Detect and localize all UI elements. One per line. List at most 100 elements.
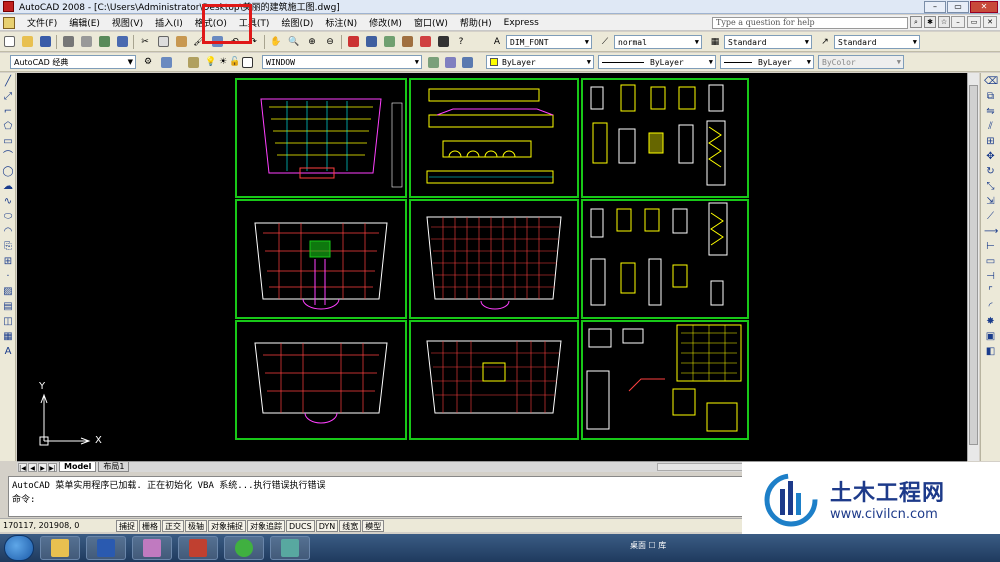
point-icon[interactable]: · (2, 271, 14, 283)
array-icon[interactable]: ⊞ (984, 136, 997, 148)
ellipse-arc-icon[interactable]: ◠ (2, 226, 14, 238)
doc-restore-button[interactable]: ▭ (967, 16, 981, 28)
layer-dropdown[interactable]: WINDOW ▼ (262, 55, 422, 69)
design-center-icon[interactable] (364, 35, 378, 49)
text-style-icon[interactable]: A (490, 35, 504, 49)
lineweight-toggle[interactable]: 线宽 (339, 519, 362, 532)
join-icon[interactable]: ⊣ (984, 271, 997, 283)
menu-tools[interactable]: 工具(T) (233, 16, 276, 29)
undo-icon[interactable]: ↶ (228, 35, 242, 49)
menu-window[interactable]: 窗口(W) (408, 16, 454, 29)
minimize-button[interactable]: – (924, 1, 946, 13)
menu-express[interactable]: Express (498, 18, 545, 28)
otrack-toggle[interactable]: 对象追踪 (247, 519, 285, 532)
tab-model[interactable]: Model (59, 462, 97, 472)
layer-properties-icon[interactable] (186, 55, 200, 69)
taskbar-app[interactable] (178, 536, 218, 560)
taskbar-browser[interactable] (224, 536, 264, 560)
redo-icon[interactable]: ↷ (246, 35, 260, 49)
hatch-icon[interactable]: ▨ (2, 286, 14, 298)
lineweight-dropdown[interactable]: ByLayer ▼ (720, 55, 814, 69)
revision-cloud-icon[interactable]: ☁ (2, 181, 14, 193)
menu-modify[interactable]: 修改(M) (363, 16, 408, 29)
model-toggle[interactable]: 模型 (362, 519, 385, 532)
plotstyle-dropdown[interactable]: ByColor ▼ (818, 55, 904, 69)
my-workspace-icon[interactable] (159, 55, 173, 69)
document-icon[interactable] (3, 16, 15, 29)
osnap-toggle[interactable]: 对象捕捉 (208, 519, 246, 532)
mirror-icon[interactable]: ⇋ (984, 106, 997, 118)
last-tab-icon[interactable]: ▶| (48, 462, 57, 472)
gradient-icon[interactable]: ▤ (2, 301, 14, 313)
snap-toggle[interactable]: 捕捉 (116, 519, 138, 532)
plot-preview-icon[interactable] (79, 35, 93, 49)
command-prompt[interactable]: 命令: (12, 493, 744, 507)
doc-close-button[interactable]: ✕ (983, 16, 997, 28)
construction-line-icon[interactable]: ⤢ (2, 91, 14, 103)
menu-edit[interactable]: 编辑(E) (63, 16, 106, 29)
menu-dimension[interactable]: 标注(N) (319, 16, 363, 29)
dimension-style-icon[interactable]: ⟋ (598, 35, 612, 49)
maximize-button[interactable]: ▭ (947, 1, 969, 13)
layer-color-icon[interactable] (240, 55, 254, 69)
spline-icon[interactable]: ∿ (2, 196, 14, 208)
first-tab-icon[interactable]: |◀ (18, 462, 27, 472)
break-icon[interactable]: ▭ (984, 256, 997, 268)
menu-draw[interactable]: 绘图(D) (275, 16, 319, 29)
command-window[interactable]: AutoCAD 菜单实用程序已加载. 正在初始化 VBA 系统...执行错误执行… (8, 476, 748, 517)
workspace-settings-icon[interactable]: ⚙ (141, 55, 155, 69)
extend-icon[interactable]: ⟶ (984, 226, 998, 238)
chamfer-icon[interactable]: ⌜ (984, 286, 997, 298)
3d-dwf-icon[interactable] (115, 35, 129, 49)
plot-icon[interactable] (61, 35, 75, 49)
start-button[interactable] (4, 535, 34, 561)
favorites-icon[interactable]: ☆ (938, 16, 950, 28)
publish-icon[interactable] (97, 35, 111, 49)
circle-icon[interactable]: ◯ (2, 166, 14, 178)
ducs-toggle[interactable]: DUCS (286, 519, 315, 532)
sheet-set-icon[interactable] (400, 35, 414, 49)
block-editor-icon[interactable] (210, 35, 224, 49)
rotate-icon[interactable]: ↻ (984, 166, 997, 178)
layer-states-icon[interactable] (460, 55, 474, 69)
menu-insert[interactable]: 插入(I) (149, 16, 189, 29)
menu-file[interactable]: 文件(F) (21, 16, 63, 29)
menu-format[interactable]: 格式(O) (189, 16, 233, 29)
next-tab-icon[interactable]: ▶ (38, 462, 47, 472)
autocad-app-icon[interactable] (3, 1, 14, 12)
insert-block-icon[interactable]: ⎘ (2, 241, 14, 253)
doc-minimize-button[interactable]: – (951, 16, 965, 28)
make-object-layer-current-icon[interactable] (426, 55, 440, 69)
table-icon[interactable]: ▦ (2, 331, 14, 343)
ellipse-icon[interactable]: ⬭ (2, 211, 14, 223)
make-block-icon[interactable]: ⊞ (2, 256, 14, 268)
cut-icon[interactable]: ✂ (138, 35, 152, 49)
menu-help[interactable]: 帮助(H) (454, 16, 498, 29)
scale-icon[interactable]: ⤡ (984, 181, 997, 193)
linetype-dropdown[interactable]: ByLayer ▼ (598, 55, 716, 69)
erase-icon[interactable]: ⌫ (984, 76, 998, 88)
polyline-icon[interactable]: ⌐ (2, 106, 14, 118)
taskbar-autocad[interactable] (270, 536, 310, 560)
copy-object-icon[interactable]: ⧉ (984, 91, 997, 103)
multileader-style-dropdown[interactable]: Standard ▼ (834, 35, 920, 49)
move-icon[interactable]: ✥ (984, 151, 997, 163)
explode-icon[interactable]: ✸ (984, 316, 997, 328)
polar-toggle[interactable]: 极轴 (185, 519, 207, 532)
properties-icon[interactable] (346, 35, 360, 49)
dimstyle-dropdown[interactable]: DIM_FONT ▼ (506, 35, 592, 49)
match-properties-icon[interactable]: 🖌 (192, 35, 206, 49)
vertical-scroll-thumb[interactable] (969, 85, 978, 445)
vertical-scrollbar[interactable] (967, 73, 979, 461)
tab-layout1[interactable]: 布局1 (98, 462, 130, 472)
taskbar-explorer[interactable] (40, 536, 80, 560)
line-icon[interactable]: ╱ (2, 76, 14, 88)
communication-center-icon[interactable]: ✱ (924, 16, 936, 28)
help-search-input[interactable]: Type a question for help (712, 17, 908, 29)
prev-tab-icon[interactable]: ◀ (28, 462, 37, 472)
color-dropdown[interactable]: ByLayer ▼ (486, 55, 594, 69)
search-icon[interactable]: ⌕ (910, 16, 922, 28)
paste-icon[interactable] (174, 35, 188, 49)
draworder-icon[interactable]: ▣ (984, 331, 997, 343)
calculator-icon[interactable] (436, 35, 450, 49)
